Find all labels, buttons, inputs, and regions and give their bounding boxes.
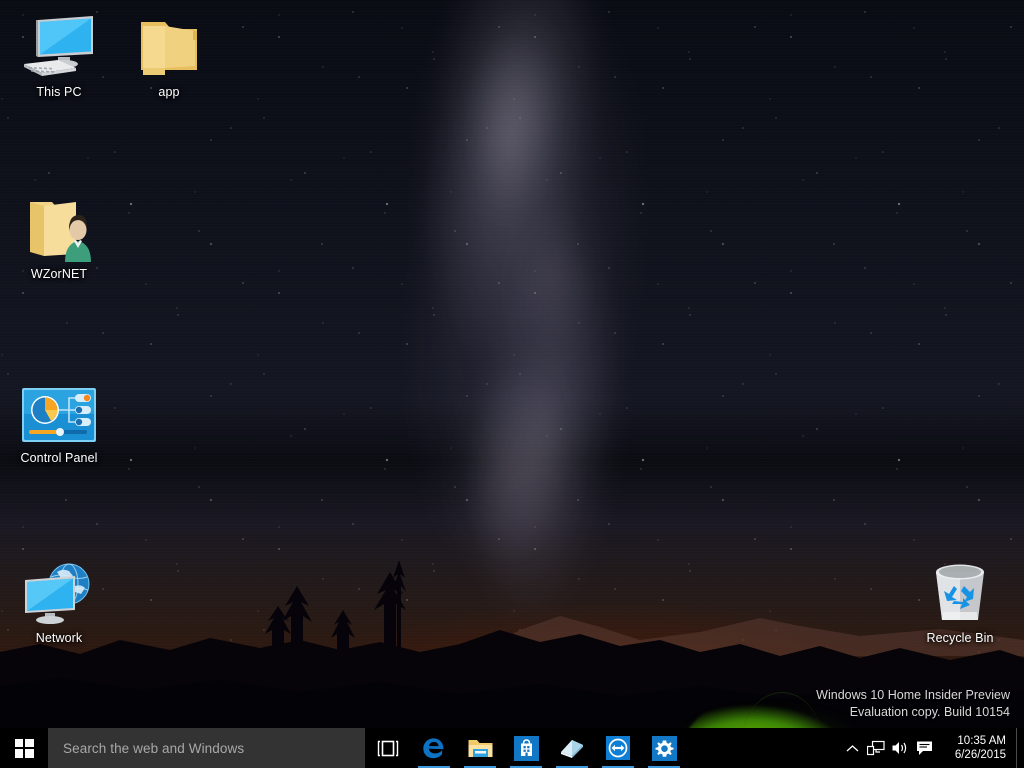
desktop-icon-network[interactable]: Network <box>4 560 114 646</box>
store-icon <box>514 736 539 761</box>
control-panel-icon <box>4 380 114 446</box>
taskbar-app-list <box>365 728 687 768</box>
desktop-icon-grid: This PC app <box>0 0 1024 768</box>
desktop-icon-label: WZorNET <box>4 267 114 282</box>
desktop-icon-label: Recycle Bin <box>905 631 1015 646</box>
teamviewer-icon <box>606 736 630 760</box>
taskbar-item-store[interactable] <box>503 728 549 768</box>
action-center-button[interactable] <box>912 728 936 768</box>
taskbar: Search the web and Windows <box>0 728 1024 768</box>
taskbar-item-task-view[interactable] <box>365 728 411 768</box>
sticky-notes-icon <box>559 737 585 759</box>
system-tray: 10:35 AM 6/26/2015 <box>840 728 1024 768</box>
start-button[interactable] <box>0 728 48 768</box>
desktop-icon-label: Network <box>4 631 114 646</box>
speaker-icon <box>891 740 909 756</box>
recycle-bin-icon <box>905 560 1015 626</box>
edge-icon <box>421 735 447 761</box>
clock-time: 10:35 AM <box>957 734 1006 748</box>
file-explorer-icon <box>467 737 494 760</box>
computer-icon <box>4 14 114 80</box>
watermark-line-2: Evaluation copy. Build 10154 <box>816 704 1010 721</box>
desktop-icon-recycle-bin[interactable]: Recycle Bin <box>905 560 1015 646</box>
taskbar-item-edge[interactable] <box>411 728 457 768</box>
desktop-icon-label: Control Panel <box>4 451 114 466</box>
volume-tray-button[interactable] <box>888 728 912 768</box>
desktop-icon-control-panel[interactable]: Control Panel <box>4 380 114 466</box>
windows-logo-icon <box>15 739 34 758</box>
evaluation-watermark: Windows 10 Home Insider Preview Evaluati… <box>816 687 1010 721</box>
clock-date: 6/26/2015 <box>955 748 1006 762</box>
search-input[interactable]: Search the web and Windows <box>48 728 365 768</box>
taskbar-item-sticky-notes[interactable] <box>549 728 595 768</box>
desktop-icon-label: This PC <box>4 85 114 100</box>
task-view-icon <box>377 740 399 757</box>
user-folder-icon <box>4 196 114 262</box>
search-placeholder: Search the web and Windows <box>63 741 244 756</box>
speech-bubble-icon <box>916 740 933 756</box>
watermark-line-1: Windows 10 Home Insider Preview <box>816 687 1010 704</box>
network-icon <box>867 740 885 756</box>
desktop-icon-app-folder[interactable]: app <box>114 14 224 100</box>
desktop-icon-label: app <box>114 85 224 100</box>
network-tray-button[interactable] <box>864 728 888 768</box>
taskbar-item-settings[interactable] <box>641 728 687 768</box>
clock[interactable]: 10:35 AM 6/26/2015 <box>936 728 1016 768</box>
chevron-up-icon <box>846 744 859 753</box>
folder-icon <box>114 14 224 80</box>
taskbar-item-file-explorer[interactable] <box>457 728 503 768</box>
desktop-icon-this-pc[interactable]: This PC <box>4 14 114 100</box>
network-globe-icon <box>4 560 114 626</box>
show-desktop-button[interactable] <box>1016 728 1024 768</box>
show-hidden-icons-button[interactable] <box>840 728 864 768</box>
taskbar-item-teamviewer[interactable] <box>595 728 641 768</box>
gear-icon <box>652 736 677 761</box>
desktop-icon-wzornet[interactable]: WZorNET <box>4 196 114 282</box>
